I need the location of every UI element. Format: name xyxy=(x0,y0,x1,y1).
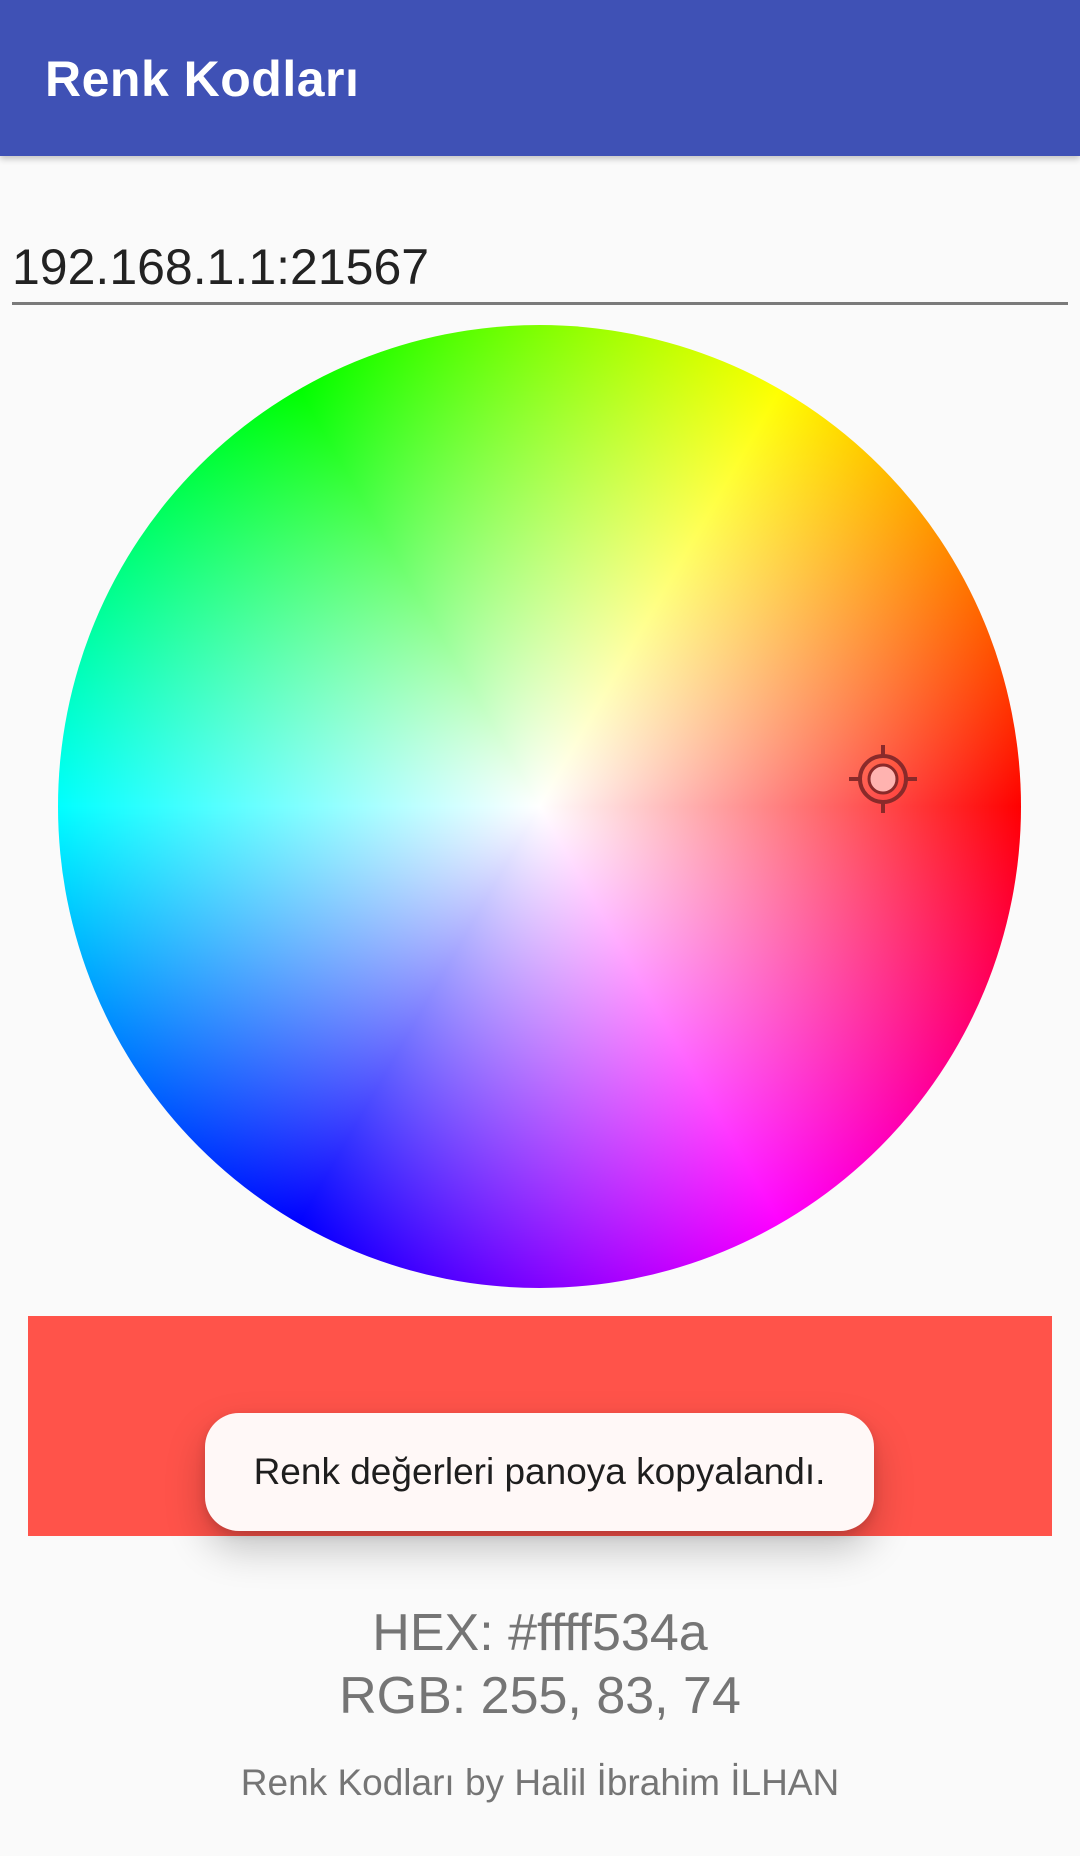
ip-address-input[interactable] xyxy=(12,232,1068,305)
app-title: Renk Kodları xyxy=(45,51,360,107)
toast-message: Renk değerleri panoya kopyalandı. xyxy=(205,1413,874,1531)
hex-value-label: HEX: #ffff534a xyxy=(372,1604,708,1662)
crosshair-target-icon[interactable] xyxy=(847,743,919,815)
app-bar: Renk Kodları xyxy=(0,0,1080,156)
footer-credit: Renk Kodları by Halil İbrahim İLHAN xyxy=(240,1762,840,1803)
rgb-value-label: RGB: 255, 83, 74 xyxy=(339,1667,741,1725)
